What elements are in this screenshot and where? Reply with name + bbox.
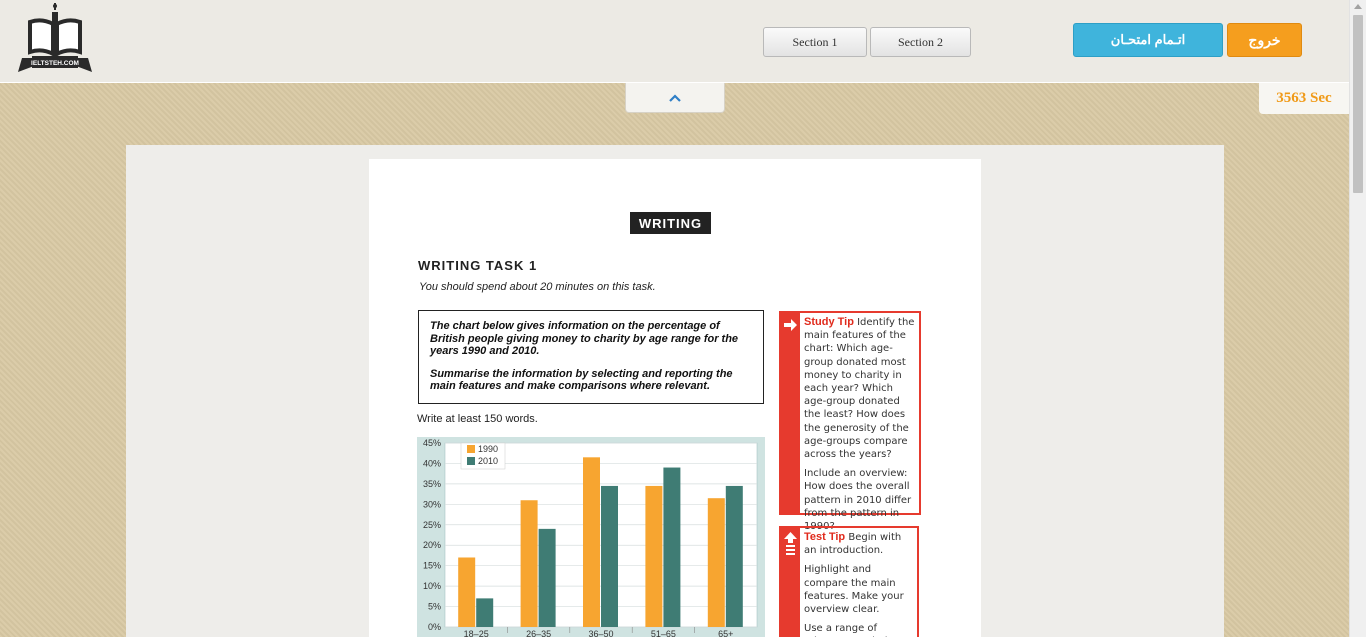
bar-1990-3: [645, 485, 663, 627]
bar-1990-4: [707, 498, 725, 627]
collapse-header-button[interactable]: [625, 83, 725, 113]
bar-2010-2: [601, 485, 618, 627]
y-tick-label: 0%: [428, 622, 441, 632]
study-tip-text: Identify the main features of the chart:…: [804, 317, 915, 461]
word-count-instruction: Write at least 150 words.: [417, 413, 538, 425]
prompt-text: The chart below gives information on the…: [430, 320, 739, 357]
x-tick-label: 18–25: [464, 629, 489, 637]
bar-1990-0: [458, 557, 476, 627]
scrollbar[interactable]: [1349, 0, 1366, 637]
writing-heading: WRITING: [630, 212, 711, 234]
scroll-thumb[interactable]: [1353, 15, 1363, 193]
task-title: WRITING TASK 1: [418, 258, 538, 273]
test-tip-bar: [781, 528, 800, 637]
finish-exam-button[interactable]: اتـمام امتحـان: [1073, 23, 1223, 57]
timer: 3563 Sec: [1259, 83, 1349, 114]
y-tick-label: 10%: [423, 581, 441, 591]
x-tick-label: 26–35: [526, 629, 551, 637]
bar-2010-3: [663, 467, 681, 627]
test-tip-text-2: Highlight and compare the main features.…: [804, 564, 904, 616]
y-tick-label: 15%: [423, 561, 441, 571]
arrow-up-icon: [784, 532, 797, 555]
study-tip-title: Study Tip: [804, 316, 854, 328]
study-tip-box: Study Tip Identify the main features of …: [779, 311, 921, 532]
section-1-button[interactable]: Section 1: [763, 27, 867, 57]
task-prompt-box: The chart below gives information on the…: [418, 310, 764, 404]
y-tick-label: 5%: [428, 602, 441, 612]
study-tip-overview: Include an overview: How does the overal…: [804, 468, 912, 533]
bar-2010-4: [725, 485, 743, 627]
test-tip-title: Test Tip: [804, 531, 846, 543]
legend-label: 2010: [478, 456, 498, 466]
bar-1990-2: [583, 457, 600, 627]
chevron-up-icon: [669, 93, 681, 102]
bar-1990-1: [520, 500, 538, 627]
top-bar: IELTSTEH.COM Section 1 Section 2 اتـمام …: [0, 0, 1349, 83]
prompt-instruction: Summarise the information by selecting a…: [430, 367, 733, 393]
y-tick-label: 35%: [423, 479, 441, 489]
study-tip-bar: [781, 313, 800, 513]
y-tick-label: 20%: [423, 540, 441, 550]
scroll-up-arrow-icon[interactable]: [1354, 4, 1362, 9]
legend-label: 1990: [478, 444, 498, 454]
task-time-note: You should spend about 20 minutes on thi…: [419, 281, 656, 293]
section-2-button[interactable]: Section 2: [870, 27, 971, 57]
logo-text: IELTSTEH.COM: [31, 60, 79, 67]
y-tick-label: 30%: [423, 499, 441, 509]
bar-2010-1: [538, 528, 556, 627]
legend-swatch: [467, 457, 475, 465]
legend-swatch: [467, 445, 475, 453]
legend: 1990 2010: [460, 442, 506, 470]
exit-button[interactable]: خروج: [1227, 23, 1302, 57]
test-tip-text-3: Use a range of relevant vocabulary and t…: [804, 623, 904, 637]
test-tip-box: Test Tip Begin with an introduction. Hig…: [779, 526, 919, 637]
bar-2010-0: [476, 598, 494, 627]
bar-chart: 0% 5% 10% 15% 20% 25% 30% 35% 40% 45% 18–25 26–35 3…: [417, 437, 765, 637]
logo: IELTSTEH.COM: [18, 3, 92, 72]
arrow-right-icon: [784, 319, 797, 331]
x-tick-label: 36–50: [588, 629, 613, 637]
y-tick-label: 25%: [423, 520, 441, 530]
x-tick-label: 51–65: [651, 629, 676, 637]
y-tick-label: 45%: [423, 438, 441, 448]
x-tick-label: 65+: [718, 629, 733, 637]
y-tick-label: 40%: [423, 458, 441, 468]
